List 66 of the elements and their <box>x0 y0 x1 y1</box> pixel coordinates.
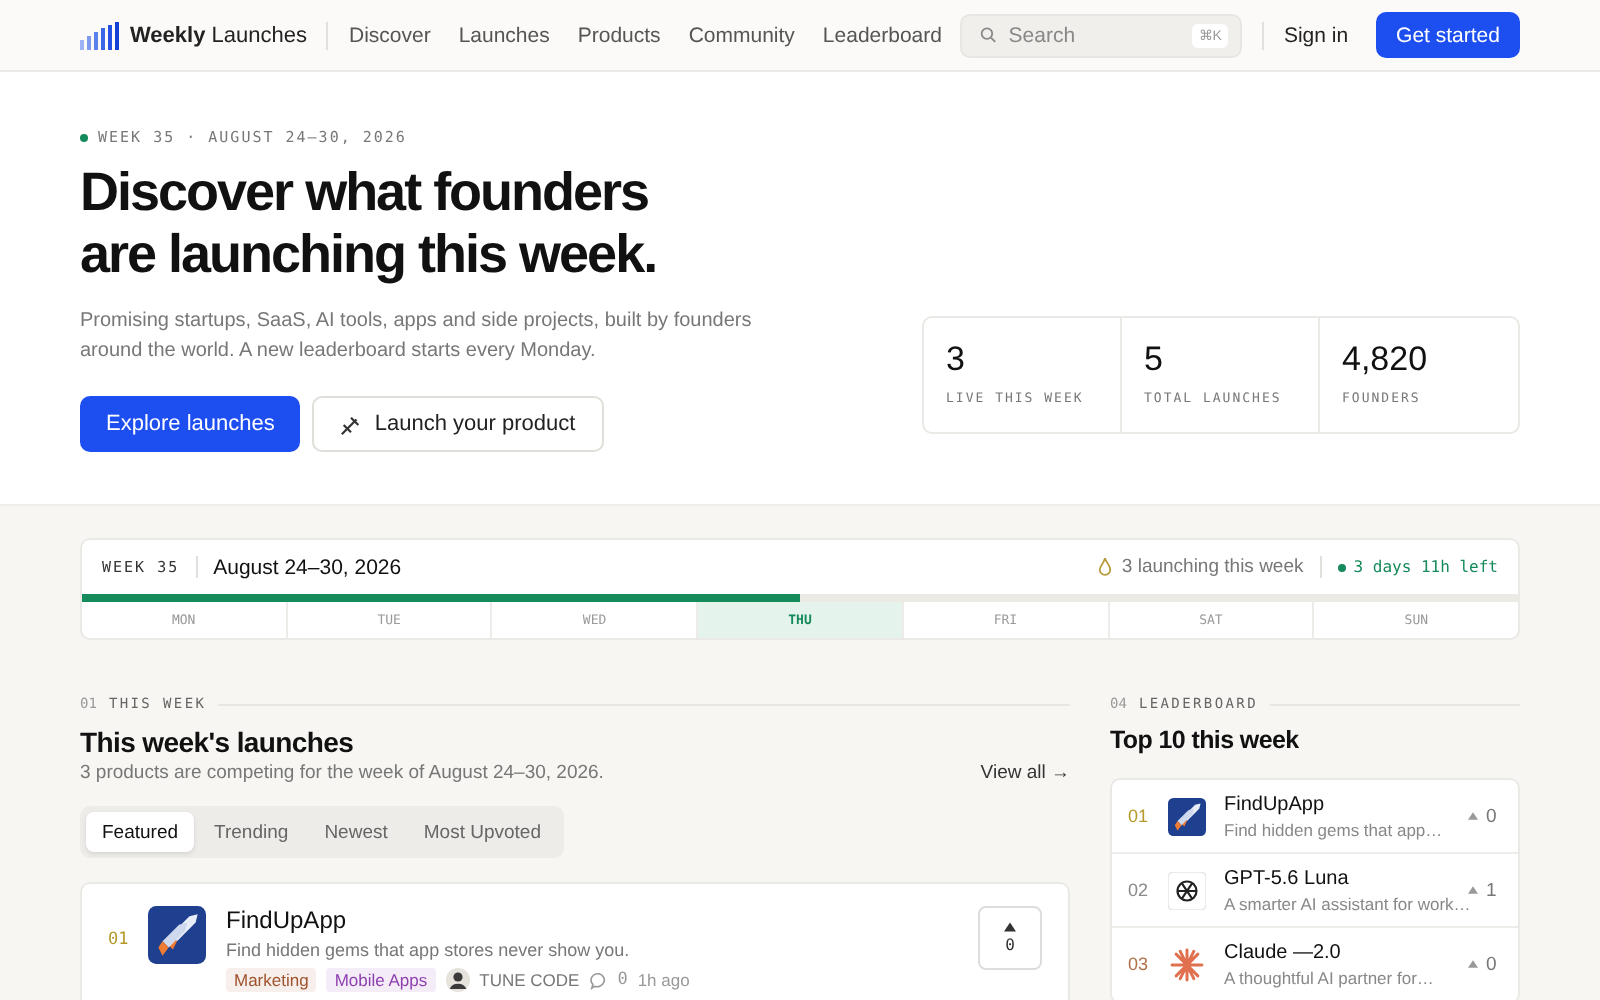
section-title: This week's launches <box>80 724 356 760</box>
nav-link[interactable]: Community <box>688 23 795 47</box>
filter-tab[interactable]: Featured <box>86 812 195 852</box>
comment-count: 0 <box>617 970 628 990</box>
upvote-icon <box>1468 886 1478 894</box>
hero-title: Discover what founders <box>80 162 651 224</box>
stat-value: 4,820 <box>1342 340 1430 380</box>
product-name: GPT-5.6 Luna <box>1224 867 1351 891</box>
nav-link[interactable]: Discover <box>348 23 431 47</box>
brand-name[interactable]: Weekly Launches <box>130 23 307 47</box>
launching-count: 3 launching this week <box>1121 556 1304 578</box>
nav-link[interactable]: Launches <box>458 23 550 47</box>
search-icon <box>979 24 997 46</box>
logo-icon <box>80 21 120 49</box>
category-tag[interactable]: Mobile Apps <box>326 968 436 992</box>
launch-button[interactable]: Launch your product <box>312 396 604 452</box>
stat-value: 3 <box>946 340 967 380</box>
product-name[interactable]: FindUpApp <box>226 906 978 934</box>
rocket-icon <box>148 906 206 964</box>
hero-title: are launching this week. <box>80 224 659 286</box>
live-dot <box>1337 563 1346 571</box>
vote-count: 1 <box>1486 879 1499 901</box>
upvote-icon <box>1004 922 1016 932</box>
leaderboard-row[interactable]: 02 GPT-5.6 Luna A smarter AI assistant for work… 1 <box>1112 854 1518 928</box>
vote-count: 0 <box>1486 805 1499 827</box>
filter-tab[interactable]: Most Upvoted <box>407 812 557 852</box>
rank-number: 01 <box>1128 806 1151 826</box>
stat-value: 5 <box>1144 340 1165 380</box>
status-dot <box>80 133 88 141</box>
upvote-button[interactable]: 0 <box>978 906 1042 970</box>
filter-tab[interactable]: Trending <box>198 812 305 852</box>
week-range: August 24–30, 2026 <box>213 555 402 579</box>
search-input[interactable]: Search <box>1008 23 1181 47</box>
rank-number: 03 <box>1128 954 1151 974</box>
explore-button[interactable]: Explore launches <box>80 396 301 452</box>
section-subtitle: 3 products are competing for the week of August 24–30, 2026. <box>80 762 604 784</box>
product-description: Find hidden gems that app stores never show you. <box>226 940 632 960</box>
product-name: FindUpApp <box>1224 793 1327 817</box>
sign-in-link[interactable]: Sign in <box>1283 23 1349 47</box>
product-description: A thoughtful AI partner for… <box>1224 967 1436 987</box>
product-description: Find hidden gems that app… <box>1224 819 1445 839</box>
nav-link[interactable]: Products <box>577 23 661 47</box>
hero-subtitle: Promising startups, SaaS, AI tools, apps and side projects, built by founders around the world. A new leaderboard starts every Monday. <box>80 308 754 366</box>
nav-link[interactable]: Leaderboard <box>822 23 942 47</box>
leaderboard-row[interactable]: 03 Claude —2.0 A thoughtful AI partner for… 0 <box>1112 928 1518 1000</box>
section-title: Top 10 this week <box>1110 724 1301 758</box>
post-time: 1h ago <box>637 970 690 990</box>
view-all-link[interactable]: View all → <box>980 762 1070 784</box>
avatar-icon <box>445 968 470 992</box>
maker-name[interactable]: TUNE CODE <box>479 970 580 990</box>
category-tag[interactable]: Marketing <box>226 968 317 992</box>
comment-icon <box>589 971 608 989</box>
burst-icon <box>1168 945 1206 983</box>
leaderboard-row[interactable]: 01 FindUpApp Find hidden gems that app… 0 <box>1112 780 1518 854</box>
product-name: Claude —2.0 <box>1224 941 1343 965</box>
time-left: 3 days 11h left <box>1353 558 1498 576</box>
rank-number: 02 <box>1128 880 1151 900</box>
flame-icon <box>1097 558 1112 576</box>
upvote-icon <box>1468 960 1478 968</box>
upvote-icon <box>1468 812 1478 820</box>
get-started-button[interactable]: Get started <box>1376 12 1520 58</box>
vote-count: 0 <box>1486 953 1499 975</box>
rank-number: 01 <box>108 930 131 950</box>
product-description: A smarter AI assistant for work… <box>1224 893 1468 913</box>
filter-tab[interactable]: Newest <box>308 812 404 852</box>
rocket-icon <box>1168 797 1206 835</box>
